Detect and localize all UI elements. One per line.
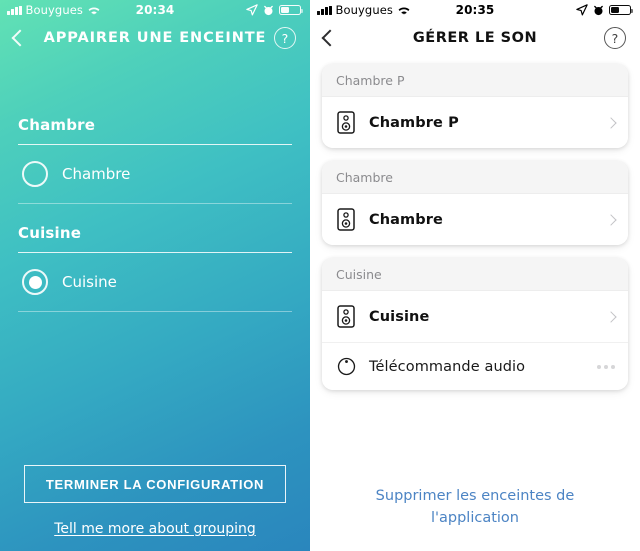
group-title: Cuisine [18, 224, 82, 242]
radio-button-icon[interactable] [22, 161, 48, 187]
speaker-icon [337, 208, 355, 231]
location-arrow-icon [246, 4, 258, 16]
speaker-row-cuisine[interactable]: Cuisine [322, 291, 628, 342]
help-glyph: ? [281, 30, 289, 46]
speaker-row-chambre[interactable]: Chambre [322, 194, 628, 245]
status-bar-left: Bouygues 20:34 [0, 0, 310, 20]
alarm-clock-icon [594, 5, 603, 15]
help-glyph: ? [611, 30, 619, 46]
group-divider-faint [18, 311, 292, 312]
nav-bar-right: GÉRER LE SON ? [310, 20, 640, 56]
finish-configuration-button[interactable]: TERMINER LA CONFIGURATION [24, 465, 286, 503]
battery-icon [609, 4, 633, 16]
speaker-card: Chambre P Chambre P [322, 64, 628, 148]
chevron-right-icon[interactable] [605, 310, 617, 323]
page-title-right: GÉRER LE SON [412, 30, 538, 46]
speaker-card-list: Chambre P Chambre P Chambre Chambre Cuis… [310, 56, 640, 390]
group-section-chambre: Chambre Chambre [18, 116, 292, 204]
speaker-icon [337, 111, 355, 134]
help-question-icon[interactable]: ? [604, 27, 626, 49]
status-bar-right: Bouygues 20:35 [310, 0, 640, 20]
pair-speaker-screen: Bouygues 20:34 APPAIRER UNE ENCEINTE ? C… [0, 0, 310, 551]
speaker-icon [337, 305, 355, 328]
remote-control-icon [337, 357, 356, 376]
speaker-row-label: Chambre [369, 211, 443, 228]
status-bar-right-group [246, 4, 303, 16]
page-title-left: APPAIRER UNE ENCEINTE [43, 30, 267, 46]
delete-speakers-link[interactable]: Supprimer les enceintes de l'application [310, 485, 640, 529]
help-question-icon[interactable]: ? [274, 27, 296, 49]
chevron-right-icon[interactable] [605, 213, 617, 226]
radio-button-icon-selected[interactable] [22, 269, 48, 295]
accessory-row-label: Télécommande audio [369, 358, 526, 375]
location-arrow-icon [576, 4, 588, 16]
dual-screenshot: Bouygues 20:34 APPAIRER UNE ENCEINTE ? C… [0, 0, 640, 551]
manage-sound-screen: Bouygues 20:35 GÉRER LE SON ? Chambre P … [310, 0, 640, 551]
chevron-right-icon[interactable] [605, 116, 617, 129]
alarm-clock-icon [264, 5, 273, 15]
speaker-card: Cuisine Cuisine Télécommande audio [322, 258, 628, 390]
bottom-actions: TERMINER LA CONFIGURATION Tell me more a… [0, 465, 310, 537]
back-chevron-icon[interactable] [11, 29, 29, 47]
status-bar-right-group [576, 4, 633, 16]
accessory-row-telecommande[interactable]: Télécommande audio [322, 342, 628, 390]
back-chevron-icon[interactable] [321, 29, 339, 47]
card-header-label: Chambre P [322, 64, 628, 97]
group-section-cuisine: Cuisine Cuisine [18, 224, 292, 312]
speaker-row-label: Chambre P [369, 114, 459, 131]
speaker-row-label: Cuisine [369, 308, 430, 325]
radio-option-chambre[interactable]: Chambre [18, 145, 292, 203]
card-header-label: Cuisine [322, 258, 628, 291]
speaker-row-chambre-p[interactable]: Chambre P [322, 97, 628, 148]
radio-option-label: Chambre [62, 165, 131, 183]
battery-icon [279, 4, 303, 16]
group-list: Chambre Chambre Cuisine Cuisine [0, 116, 310, 312]
radio-option-cuisine[interactable]: Cuisine [18, 253, 292, 311]
nav-bar-left: APPAIRER UNE ENCEINTE ? [0, 20, 310, 56]
tell-me-more-link[interactable]: Tell me more about grouping [54, 521, 256, 537]
card-header-label: Chambre [322, 161, 628, 194]
more-dots-icon[interactable] [597, 364, 615, 369]
radio-option-label: Cuisine [62, 273, 117, 291]
speaker-card: Chambre Chambre [322, 161, 628, 245]
group-title: Chambre [18, 116, 96, 134]
